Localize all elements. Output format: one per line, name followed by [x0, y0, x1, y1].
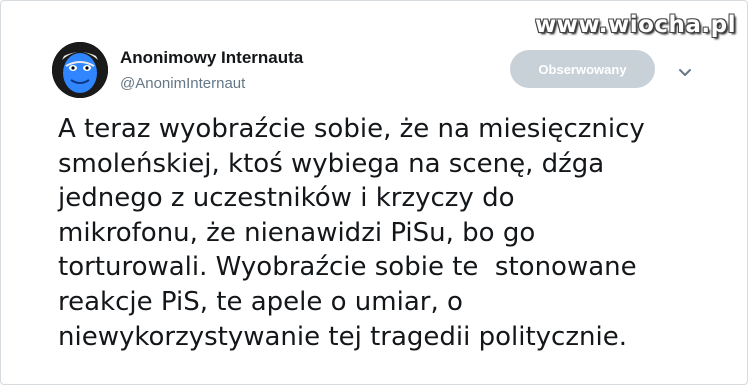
following-button[interactable]: Obserwowany	[510, 50, 655, 88]
author-handle[interactable]: @AnonimInternaut	[120, 75, 245, 92]
avatar-face-icon	[52, 42, 108, 98]
tweet-line: A teraz wyobraźcie sobie, że na miesięcz…	[58, 114, 645, 144]
tweet-line: niewykorzystywanie tej tragedii politycz…	[58, 321, 627, 352]
avatar[interactable]	[52, 42, 108, 98]
tweet-line: jednego z uczestników i krzyczy do	[58, 183, 515, 214]
tweet-line: torturowali. Wyobraźcie sobie te stonowa…	[58, 252, 637, 283]
tweet-line: reakcje PiS, te apele o umiar, o	[58, 286, 463, 317]
tweet-line: smoleńskiej, ktoś wybiega na scenę, dźga	[58, 148, 605, 179]
tweet-line: mikrofonu, że nienawidzi PiSu, bo go	[58, 217, 536, 248]
chevron-down-icon	[679, 69, 691, 76]
author-display-name[interactable]: Anonimowy Internauta	[120, 48, 303, 68]
more-options-button[interactable]	[674, 62, 696, 84]
tweet-text: A teraz wyobraźcie sobie, że na miesięcz…	[58, 112, 728, 354]
watermark: www.wiocha.pl	[534, 12, 736, 38]
